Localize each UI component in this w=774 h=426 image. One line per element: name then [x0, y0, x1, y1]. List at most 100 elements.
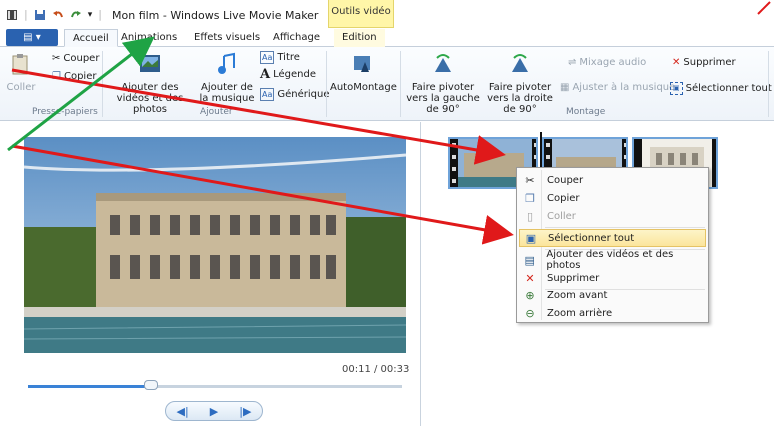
rotate-right-icon	[512, 54, 528, 72]
qat-customize-icon[interactable]: ▾	[88, 10, 93, 20]
menu-item-label: Coller	[547, 210, 576, 222]
paste-icon: ▯	[526, 209, 534, 223]
fit-music-icon: ▦	[560, 82, 570, 93]
group-label-edit: Montage	[566, 107, 606, 117]
menu-item-cut[interactable]: ✂ Couper	[519, 171, 706, 189]
playback-controls: ◀| ▶ |▶	[165, 401, 263, 421]
next-frame-button[interactable]: |▶	[239, 405, 251, 418]
scissors-icon: ✂	[525, 173, 535, 187]
ribbon-separator	[768, 51, 769, 117]
menu-item-label: Supprimer	[547, 272, 600, 284]
ribbon-separator	[102, 51, 103, 117]
menu-item-copy[interactable]: ❐ Copier	[519, 189, 706, 207]
context-menu: ✂ Couper ❐ Copier ▯ Coller ▣ Sélectionne…	[516, 167, 709, 323]
audio-mix-button[interactable]: ⇌ Mixage audio	[568, 57, 646, 68]
fit-music-button[interactable]: ▦ Ajuster à la musique	[560, 82, 675, 93]
add-music-button[interactable]: Ajouter de la musique	[198, 52, 256, 104]
rotate-left-icon	[435, 54, 451, 72]
play-button[interactable]: ▶	[210, 405, 218, 418]
seek-bar[interactable]	[28, 385, 402, 388]
credits-icon: Aa	[260, 88, 275, 101]
timecode: 00:11 / 00:33	[342, 364, 410, 375]
add-media-icon	[140, 55, 160, 72]
delete-button[interactable]: ✕ Supprimer	[672, 57, 736, 68]
copy-button[interactable]: ❐ Copier	[52, 71, 96, 82]
audio-mix-label: Mixage audio	[579, 57, 647, 68]
music-note-icon	[218, 52, 235, 74]
menu-item-label: Couper	[547, 174, 584, 186]
automovie-label: AutoMontage	[330, 82, 397, 93]
caption-icon: A	[260, 67, 271, 82]
select-all-label: Sélectionner tout	[685, 83, 772, 94]
redo-icon[interactable]	[70, 9, 82, 21]
automovie-button[interactable]: AutoMontage	[330, 52, 397, 93]
menu-item-label: Sélectionner tout	[548, 232, 635, 244]
add-videos-photos-label: Ajouter des vidéos et des photos	[116, 82, 184, 115]
copy-icon: ❐	[525, 191, 535, 205]
select-all-icon: ▣	[525, 231, 537, 245]
group-label-add: Ajouter	[200, 107, 233, 117]
ribbon-separator	[326, 51, 327, 117]
seek-bar-progress	[28, 385, 152, 388]
menu-item-zoom-in[interactable]: ⊕ Zoom avant	[519, 286, 706, 304]
window-title: Mon film - Windows Live Movie Maker	[112, 9, 319, 22]
preview-video[interactable]	[24, 137, 406, 353]
ribbon-tabs: ▤ ▾ Accueil Animations Effets visuels Af…	[0, 28, 774, 47]
scissors-icon: ✂	[52, 53, 61, 64]
tab-effets-visuels[interactable]: Effets visuels	[186, 29, 268, 47]
cut-button[interactable]: ✂ Couper	[52, 53, 99, 64]
tab-accueil[interactable]: Accueil	[64, 29, 118, 47]
fit-music-label: Ajuster à la musique	[572, 82, 676, 93]
delete-label: Supprimer	[683, 57, 736, 68]
menu-item-label: Ajouter des vidéos et des photos	[546, 249, 674, 271]
menu-item-delete[interactable]: ✕ Supprimer	[519, 269, 706, 287]
menu-item-label: Zoom arrière	[547, 307, 613, 319]
delete-x-icon: ✕	[525, 271, 535, 285]
menu-item-zoom-out[interactable]: ⊖ Zoom arrière	[519, 304, 706, 322]
tab-animations[interactable]: Animations	[113, 29, 185, 47]
add-videos-photos-button[interactable]: Ajouter des vidéos et des photos	[104, 52, 196, 115]
rotate-right-button[interactable]: Faire pivoter vers la droite de 90°	[482, 52, 558, 115]
credits-label: Générique	[277, 89, 330, 100]
previous-frame-button[interactable]: ◀|	[177, 405, 189, 418]
save-icon[interactable]	[34, 9, 46, 21]
copy-label: Copier	[63, 71, 97, 82]
menu-item-add-videos-photos[interactable]: ▤ Ajouter des vidéos et des photos	[519, 249, 706, 271]
rotate-left-button[interactable]: Faire pivoter vers la gauche de 90°	[404, 52, 482, 115]
ribbon-separator	[400, 51, 401, 117]
add-media-icon: ▤	[524, 253, 535, 267]
audio-mix-icon: ⇌	[568, 57, 577, 68]
zoom-out-icon: ⊖	[525, 306, 535, 320]
rotate-right-label: Faire pivoter vers la droite de 90°	[487, 82, 553, 115]
automovie-icon	[354, 56, 370, 72]
tab-affichage[interactable]: Affichage	[265, 29, 328, 47]
context-tab-group: Outils vidéo	[328, 0, 394, 28]
tab-edition[interactable]: Edition	[334, 29, 385, 47]
menu-item-select-all[interactable]: ▣ Sélectionner tout	[519, 229, 706, 247]
seek-thumb[interactable]	[144, 380, 159, 390]
menu-item-paste[interactable]: ▯ Coller	[519, 207, 706, 225]
menu-item-label: Copier	[547, 192, 580, 204]
select-all-button[interactable]: ▣ Sélectionner tout	[670, 82, 772, 95]
title-button[interactable]: Aa Titre	[260, 51, 300, 64]
credits-button[interactable]: Aa Générique	[260, 88, 330, 101]
menu-item-label: Zoom avant	[547, 289, 608, 301]
file-menu-button[interactable]: ▤ ▾	[6, 29, 58, 46]
title-label: Titre	[277, 52, 300, 63]
paste-button[interactable]: Coller	[6, 52, 36, 93]
group-label-clipboard: Presse-papiers	[32, 107, 98, 117]
undo-icon[interactable]	[52, 9, 64, 21]
title-icon: Aa	[260, 51, 275, 64]
cut-label: Couper	[63, 53, 100, 64]
caption-button[interactable]: A Légende	[260, 67, 316, 82]
add-music-label: Ajouter de la musique	[199, 82, 255, 104]
select-all-icon: ▣	[670, 82, 683, 95]
rotate-left-label: Faire pivoter vers la gauche de 90°	[406, 82, 480, 115]
caption-label: Légende	[273, 69, 316, 80]
quick-access-toolbar: | ▾ |	[6, 8, 102, 21]
paste-icon	[12, 54, 28, 75]
palace-photo	[24, 137, 406, 353]
copy-icon: ❐	[52, 71, 61, 82]
ribbon: Coller ✂ Couper ❐ Copier Presse-papiers …	[0, 47, 774, 121]
title-bar: | ▾ | Mon film - Windows Live Movie Make…	[0, 0, 774, 28]
